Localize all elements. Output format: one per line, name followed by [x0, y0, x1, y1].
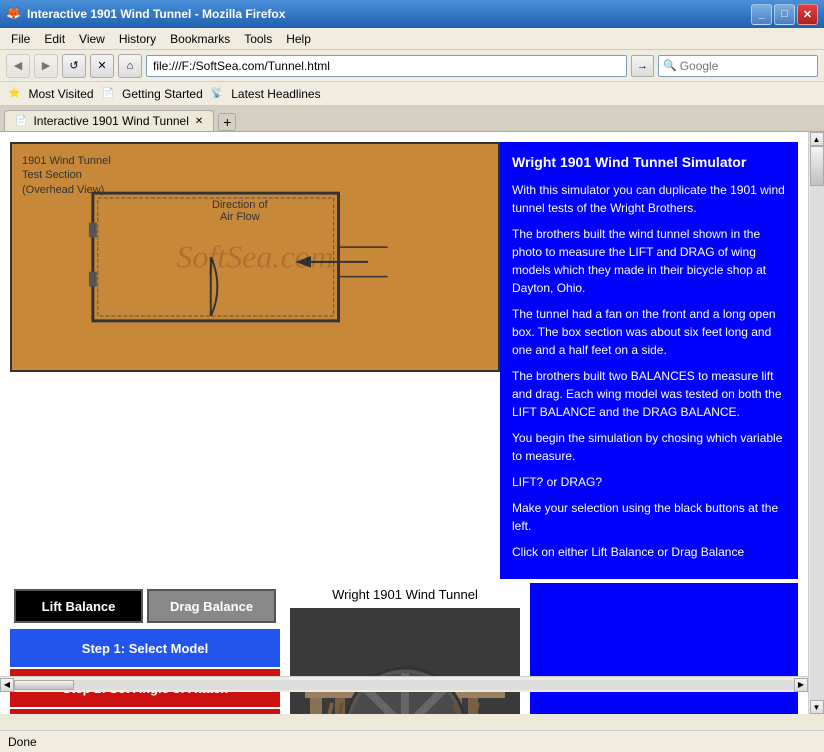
page-content: 1901 Wind Tunnel Test Section (Overhead … [0, 132, 808, 714]
search-icon: 🔍 [663, 59, 677, 72]
info-para-4: You begin the simulation by chosing whic… [512, 429, 786, 465]
vertical-scrollbar: ▲ ▼ [808, 132, 824, 714]
status-bar: Done [0, 730, 824, 752]
scroll-thumb[interactable] [810, 146, 824, 186]
tunnel-diagram-svg [12, 144, 498, 370]
page-inner: 1901 Wind Tunnel Test Section (Overhead … [0, 132, 808, 714]
info-para-1: The brothers built the wind tunnel shown… [512, 225, 786, 297]
step3-button[interactable]: Step 3: Start Tunnel [10, 709, 280, 714]
center-photo-area: Wright 1901 Wind Tunnel [280, 583, 530, 714]
bottom-row: Lift Balance Drag Balance Step 1: Select… [10, 583, 798, 714]
top-main-area: 1901 Wind Tunnel Test Section (Overhead … [10, 142, 798, 579]
bookmark-headlines-icon: 📡 [211, 88, 223, 99]
scroll-up-button[interactable]: ▲ [810, 132, 824, 146]
search-input[interactable] [680, 59, 810, 73]
forward-button[interactable]: ▶ [34, 54, 58, 78]
tunnel-photo [290, 608, 520, 714]
minimize-button[interactable]: _ [751, 4, 772, 25]
bookmark-visited-icon: ⭐ [8, 88, 20, 99]
tab-close-button[interactable]: ✕ [195, 116, 203, 127]
new-tab-button[interactable]: + [218, 113, 236, 131]
left-controls: Lift Balance Drag Balance Step 1: Select… [10, 583, 280, 714]
nav-bar: ◀ ▶ ↺ ✕ ⌂ → 🔍 [0, 50, 824, 82]
status-text: Done [8, 735, 37, 749]
back-button[interactable]: ◀ [6, 54, 30, 78]
tab-main[interactable]: 📄 Interactive 1901 Wind Tunnel ✕ [4, 110, 214, 131]
info-para-7: Click on either Lift Balance or Drag Bal… [512, 543, 786, 561]
main-content-area: 1901 Wind Tunnel Test Section (Overhead … [0, 132, 824, 714]
menu-file[interactable]: File [4, 30, 37, 48]
hscroll-thumb[interactable] [14, 680, 74, 690]
scroll-track [810, 146, 824, 700]
bookmark-most-visited[interactable]: Most Visited [28, 87, 93, 101]
bookmark-started-icon: 📄 [102, 88, 114, 99]
close-button[interactable]: ✕ [797, 4, 818, 25]
info-para-6: Make your selection using the black butt… [512, 499, 786, 535]
bookmark-latest-headlines[interactable]: Latest Headlines [231, 87, 320, 101]
menu-bar: File Edit View History Bookmarks Tools H… [0, 28, 824, 50]
window-controls: _ □ ✕ [751, 4, 818, 25]
balance-buttons: Lift Balance Drag Balance [10, 583, 280, 629]
tab-bar: 📄 Interactive 1901 Wind Tunnel ✕ + [0, 106, 824, 132]
menu-help[interactable]: Help [279, 30, 318, 48]
browser-icon: 🦊 [6, 6, 22, 22]
menu-edit[interactable]: Edit [37, 30, 72, 48]
right-panel-bottom-filler [530, 583, 798, 714]
tab-icon: 📄 [15, 116, 27, 127]
menu-tools[interactable]: Tools [237, 30, 279, 48]
stop-button[interactable]: ✕ [90, 54, 114, 78]
hscroll-left-button[interactable]: ◀ [0, 678, 14, 692]
maximize-button[interactable]: □ [774, 4, 795, 25]
info-para-2: The tunnel had a fan on the front and a … [512, 305, 786, 359]
menu-history[interactable]: History [112, 30, 163, 48]
menu-view[interactable]: View [72, 30, 112, 48]
info-para-3: The brothers built two BALANCES to measu… [512, 367, 786, 421]
scroll-down-button[interactable]: ▼ [810, 700, 824, 714]
reload-button[interactable]: ↺ [62, 54, 86, 78]
hscroll-right-button[interactable]: ▶ [794, 678, 808, 692]
menu-bookmarks[interactable]: Bookmarks [163, 30, 237, 48]
info-para-5: LIFT? or DRAG? [512, 473, 786, 491]
drag-balance-button[interactable]: Drag Balance [147, 589, 276, 623]
go-button[interactable]: → [631, 55, 654, 77]
title-bar: 🦊 Interactive 1901 Wind Tunnel - Mozilla… [0, 0, 824, 28]
hscroll-track [14, 680, 794, 690]
photo-title: Wright 1901 Wind Tunnel [332, 587, 478, 602]
tab-label: Interactive 1901 Wind Tunnel [33, 114, 188, 128]
home-button[interactable]: ⌂ [118, 54, 142, 78]
right-info-panel: Wright 1901 Wind Tunnel Simulator With t… [500, 142, 798, 579]
bookmark-getting-started[interactable]: Getting Started [122, 87, 203, 101]
content-wrapper: 1901 Wind Tunnel Test Section (Overhead … [0, 132, 824, 714]
window-title: Interactive 1901 Wind Tunnel - Mozilla F… [27, 7, 751, 21]
info-para-0: With this simulator you can duplicate th… [512, 181, 786, 217]
bookmarks-bar: ⭐ Most Visited 📄 Getting Started 📡 Lates… [0, 82, 824, 106]
step1-button[interactable]: Step 1: Select Model [10, 629, 280, 667]
tunnel-photo-svg [290, 608, 520, 714]
lift-balance-button[interactable]: Lift Balance [14, 589, 143, 623]
tunnel-diagram: 1901 Wind Tunnel Test Section (Overhead … [10, 142, 500, 372]
info-title: Wright 1901 Wind Tunnel Simulator [512, 152, 786, 173]
address-bar[interactable] [146, 55, 627, 77]
horizontal-scrollbar: ◀ ▶ [0, 676, 808, 692]
